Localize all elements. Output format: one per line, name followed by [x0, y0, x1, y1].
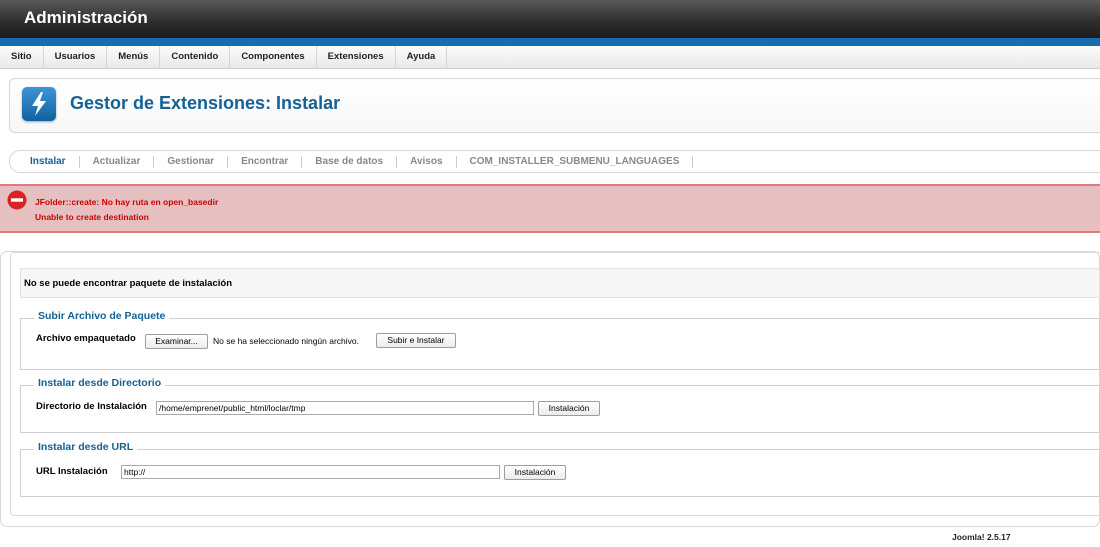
install-directory-fieldset: Instalar desde Directorio Directorio de … — [20, 377, 1100, 433]
menu-item-contenido[interactable]: Contenido — [160, 46, 231, 69]
error-message-box: JFolder::create: No hay ruta en open_bas… — [0, 184, 1100, 233]
error-stop-icon — [7, 190, 27, 210]
directory-input[interactable]: /home/emprenet/public_html/loclar/tmp — [156, 401, 534, 415]
browse-button[interactable]: Examinar... — [145, 334, 208, 349]
admin-page: Administración Sitio Usuarios Menús Cont… — [0, 0, 1100, 547]
main-menu: Sitio Usuarios Menús Contenido Component… — [0, 46, 1100, 69]
app-title: Administración — [24, 8, 148, 27]
install-url-button[interactable]: Instalación — [504, 465, 566, 480]
tab-encontrar[interactable]: Encontrar — [228, 155, 303, 168]
menu-item-ayuda[interactable]: Ayuda — [396, 46, 448, 69]
header: Administración — [0, 0, 1100, 38]
tab-base-de-datos[interactable]: Base de datos — [302, 155, 398, 168]
tab-languages[interactable]: COM_INSTALLER_SUBMENU_LANGUAGES — [457, 155, 694, 168]
upload-package-legend: Subir Archivo de Paquete — [34, 310, 170, 322]
error-line: Unable to create destination — [35, 212, 149, 222]
install-directory-legend: Instalar desde Directorio — [34, 377, 166, 389]
page-title-box: Gestor de Extensiones: Instalar — [9, 78, 1100, 133]
system-message: No se puede encontrar paquete de instala… — [24, 278, 232, 289]
error-line: JFolder::create: No hay ruta en open_bas… — [35, 197, 219, 207]
page-title: Gestor de Extensiones: Instalar — [70, 93, 341, 113]
system-message-bar: No se puede encontrar paquete de instala… — [20, 268, 1100, 298]
install-url-legend: Instalar desde URL — [34, 441, 138, 453]
tab-avisos[interactable]: Avisos — [397, 155, 457, 168]
tab-instalar[interactable]: Instalar — [17, 155, 80, 168]
menu-item-extensiones[interactable]: Extensiones — [317, 46, 396, 69]
menu-item-sitio[interactable]: Sitio — [0, 46, 44, 69]
version-footer: Joomla! 2.5.17 — [952, 532, 1011, 542]
upload-install-button[interactable]: Subir e Instalar — [376, 333, 456, 348]
tab-actualizar[interactable]: Actualizar — [80, 155, 155, 168]
submenu-tabs: Instalar Actualizar Gestionar Encontrar … — [9, 150, 1100, 173]
package-file-label: Archivo empaquetado — [36, 333, 136, 344]
url-input[interactable]: http:// — [121, 465, 500, 479]
install-directory-button[interactable]: Instalación — [538, 401, 600, 416]
menu-item-componentes[interactable]: Componentes — [230, 46, 317, 69]
url-label: URL Instalación — [36, 466, 108, 477]
lightning-bolt-icon — [22, 87, 56, 121]
tab-gestionar[interactable]: Gestionar — [154, 155, 229, 168]
menu-item-menus[interactable]: Menús — [107, 46, 161, 69]
upload-package-fieldset: Subir Archivo de Paquete Archivo empaque… — [20, 310, 1100, 370]
header-accent-bar — [0, 38, 1100, 46]
install-url-fieldset: Instalar desde URL URL Instalación http:… — [20, 441, 1100, 497]
menu-item-usuarios[interactable]: Usuarios — [44, 46, 108, 69]
file-status-text: No se ha seleccionado ningún archivo. — [213, 336, 360, 346]
directory-label: Directorio de Instalación — [36, 401, 147, 412]
